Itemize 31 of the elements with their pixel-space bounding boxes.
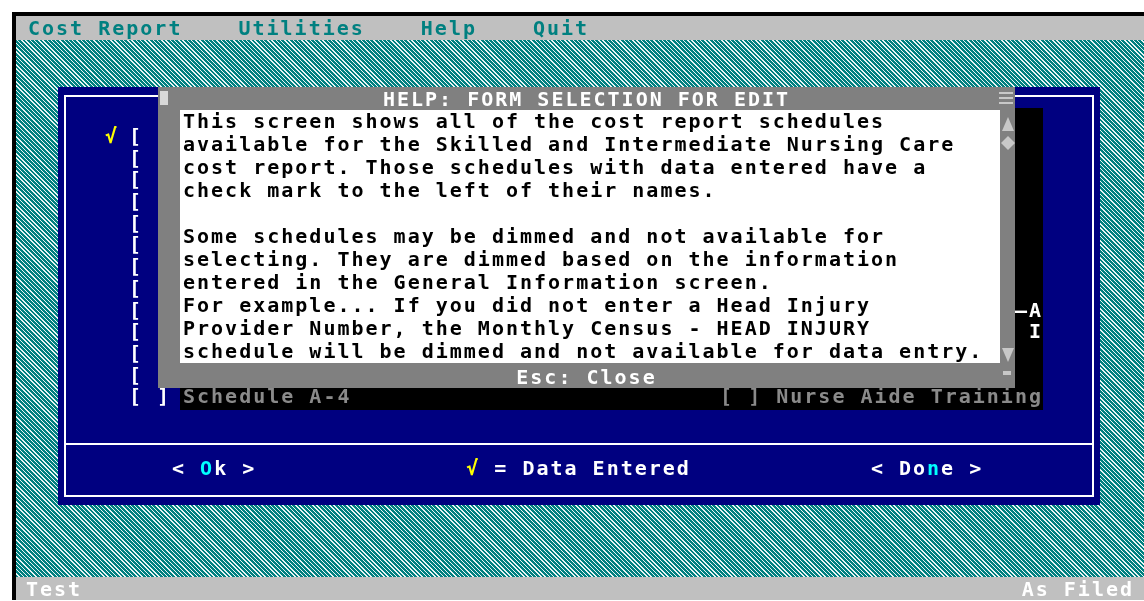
help-title: HELP: FORM SELECTION FOR EDIT <box>382 86 791 111</box>
schedule-item[interactable]: —A <box>1014 299 1043 322</box>
checkbox[interactable]: [ <box>105 277 144 300</box>
legend-text: = Data Entered <box>494 456 691 480</box>
help-paragraph: Some schedules may be dimmed and not available for selecting. They are dimmed based on the information entered in the General Information screen. <box>183 225 901 294</box>
status-text: Test <box>26 576 83 601</box>
checkbox[interactable]: [ <box>105 299 144 322</box>
checkbox[interactable]: [ <box>105 364 144 387</box>
status-text: As Filed <box>1021 576 1134 601</box>
checkbox[interactable]: [ <box>105 234 144 257</box>
ok-button[interactable]: < O k > <box>168 456 261 480</box>
checkbox[interactable]: [ <box>105 256 144 278</box>
checkbox[interactable]: [ <box>105 321 144 343</box>
checkbox[interactable]: [ ] <box>105 386 172 408</box>
schedule-item[interactable]: Schedule A-4 <box>183 386 352 408</box>
check-mark: √ <box>466 456 481 480</box>
scroll-thumb-icon[interactable] <box>1000 136 1015 150</box>
checkbox[interactable]: [ <box>105 191 144 213</box>
menu-icon[interactable] <box>999 91 1013 105</box>
checkbox[interactable]: √ [ <box>105 126 144 148</box>
help-paragraph: For example... If you did not enter a Head Injury Provider Number, the Monthly Census - HEAD INJURY schedule will be dimmed and not available for data entry. <box>183 294 985 363</box>
checkbox[interactable]: [ <box>105 169 144 192</box>
done-button[interactable]: < Done > <box>866 456 988 480</box>
schedule-item[interactable]: [ ] Nurse Aide Training <box>720 386 1043 408</box>
handle-icon[interactable] <box>160 91 168 105</box>
schedule-item[interactable]: I <box>1028 321 1043 343</box>
checkbox[interactable]: [ <box>105 147 144 170</box>
checkbox[interactable]: [ <box>105 342 144 365</box>
close-hint[interactable]: Esc: Close <box>516 366 657 388</box>
checkbox[interactable]: [ <box>105 212 144 235</box>
help-paragraph: This screen shows all of the cost report schedules available for the Skilled and Intermediate Nursing Care cost report. Those schedules with data entered have a check mark to the left of their names. <box>183 110 957 202</box>
